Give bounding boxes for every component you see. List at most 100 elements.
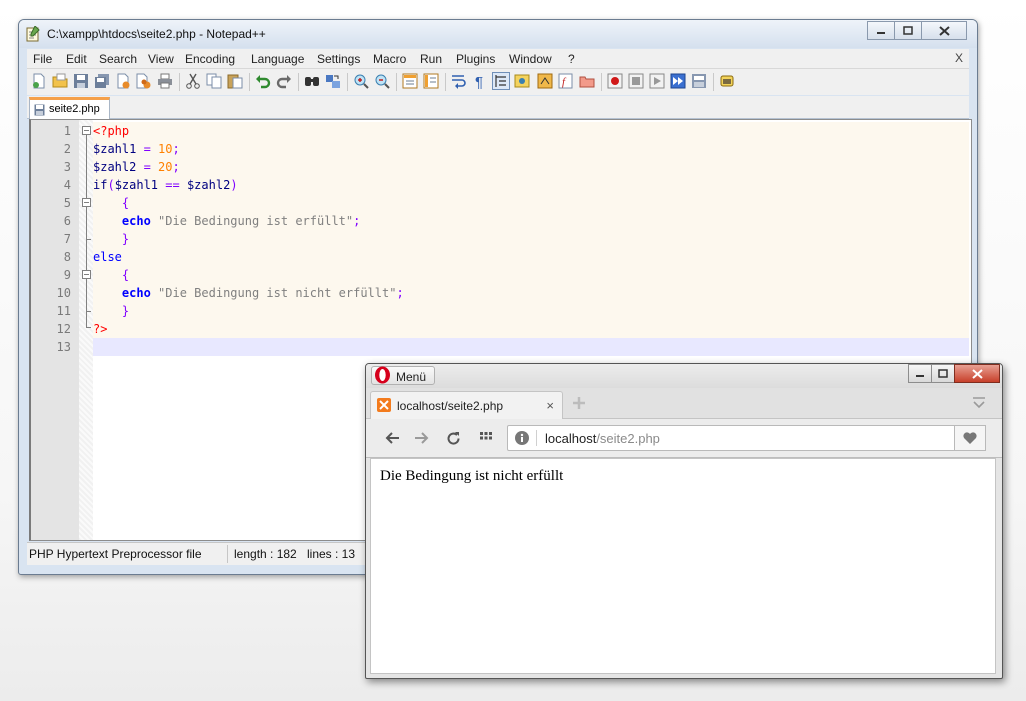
browser-maximize-button[interactable] <box>931 364 955 383</box>
reload-icon[interactable] <box>446 431 461 446</box>
tab-menu-icon[interactable] <box>972 396 986 410</box>
browser-close-button[interactable] <box>954 364 1000 383</box>
zoom-in-icon[interactable] <box>353 73 369 89</box>
print-icon[interactable] <box>157 73 173 89</box>
close-icon[interactable] <box>115 73 131 89</box>
fold-toggle[interactable] <box>82 198 91 207</box>
open-icon[interactable] <box>52 73 68 89</box>
code-line: { <box>93 194 969 212</box>
tab-localhost[interactable]: localhost/seite2.php × <box>370 391 563 419</box>
redo-icon[interactable] <box>276 73 292 89</box>
navigation-bar: localhost/seite2.php <box>366 419 1002 458</box>
variable: $zahl2 <box>186 178 231 192</box>
code-line: $zahl2 = 20; <box>93 158 969 176</box>
menu-language[interactable]: Language <box>251 52 304 66</box>
indent-guide-icon[interactable] <box>492 72 510 90</box>
bookmark-button[interactable] <box>955 425 986 451</box>
address-host: localhost <box>545 431 597 446</box>
save-all-icon[interactable] <box>94 73 110 89</box>
close-document-button[interactable]: X <box>955 51 963 65</box>
maximize-icon <box>903 26 913 35</box>
brace: { <box>121 268 130 282</box>
menu-search[interactable]: Search <box>99 52 137 66</box>
browser-window-controls <box>908 364 1000 383</box>
toolbar-separator <box>179 73 180 91</box>
code-line: } <box>93 230 969 248</box>
all-chars-icon[interactable]: ¶ <box>472 73 488 89</box>
close-all-icon[interactable] <box>136 73 152 89</box>
tab-close-icon[interactable]: × <box>546 398 554 413</box>
new-file-icon[interactable] <box>31 73 47 89</box>
back-icon[interactable] <box>384 431 400 445</box>
browser-tab-row: localhost/seite2.php × <box>366 388 1002 419</box>
speed-dial-icon[interactable] <box>479 431 493 445</box>
menu-settings[interactable]: Settings <box>317 52 360 66</box>
play-macro-icon[interactable] <box>649 73 665 89</box>
brace: } <box>121 304 130 318</box>
fold-end-marker <box>86 239 91 240</box>
maximize-button[interactable] <box>894 21 922 40</box>
copy-icon[interactable] <box>206 73 222 89</box>
run-macro-multiple-icon[interactable] <box>670 73 686 89</box>
find-icon[interactable] <box>304 73 320 89</box>
cut-icon[interactable] <box>185 73 201 89</box>
save-icon[interactable] <box>73 73 89 89</box>
title-bar[interactable]: C:\xampp\htdocs\seite2.php - Notepad++ <box>19 20 977 48</box>
minimize-icon <box>877 31 885 34</box>
minimize-button[interactable] <box>867 21 895 40</box>
status-lines: lines : 13 <box>307 547 356 561</box>
folder-workspace-icon[interactable] <box>579 73 595 89</box>
toolbar-separator <box>601 73 602 91</box>
menu-window[interactable]: Window <box>509 52 552 66</box>
opera-menu-button[interactable]: Menü <box>371 366 435 385</box>
code-line: echo "Die Bedingung ist nicht erfüllt"; <box>93 284 969 302</box>
sync-h-icon[interactable] <box>423 73 439 89</box>
maximize-icon <box>938 369 948 378</box>
menu-encoding[interactable]: Encoding <box>185 52 235 66</box>
record-macro-icon[interactable] <box>607 73 623 89</box>
menu-view[interactable]: View <box>148 52 174 66</box>
close-window-button[interactable] <box>921 21 967 40</box>
address-bar[interactable]: localhost/seite2.php <box>507 425 955 451</box>
menu-file[interactable]: File <box>33 52 52 66</box>
toolbar-separator <box>298 73 299 91</box>
paste-icon[interactable] <box>227 73 243 89</box>
fold-toggle[interactable] <box>82 270 91 279</box>
menu-edit[interactable]: Edit <box>66 52 87 66</box>
close-x-icon <box>971 368 983 379</box>
tab-label: seite2.php <box>49 103 100 115</box>
menu-macro[interactable]: Macro <box>373 52 406 66</box>
menu-plugins[interactable]: Plugins <box>456 52 495 66</box>
menu-run[interactable]: Run <box>420 52 442 66</box>
menu-help[interactable]: ? <box>568 52 575 66</box>
toolbar: ¶ f <box>27 69 969 95</box>
undo-icon[interactable] <box>255 73 271 89</box>
fold-toggle[interactable] <box>82 126 91 135</box>
plugin-icon[interactable] <box>719 73 735 89</box>
tab-seite2[interactable]: seite2.php <box>29 97 110 119</box>
wrap-icon[interactable] <box>451 73 467 89</box>
svg-text:¶: ¶ <box>475 74 483 89</box>
address-url: localhost/seite2.php <box>545 431 660 446</box>
line-number: 4 <box>63 178 71 192</box>
zoom-out-icon[interactable] <box>374 73 390 89</box>
fold-end-marker <box>86 311 91 312</box>
new-tab-icon[interactable] <box>572 396 586 410</box>
semicolon: ; <box>172 142 180 156</box>
line-number: 11 <box>56 304 71 318</box>
doc-map-icon[interactable] <box>537 73 553 89</box>
browser-title-bar[interactable]: Menü <box>366 364 1002 388</box>
forward-icon[interactable] <box>414 431 430 445</box>
save-macro-icon[interactable] <box>691 73 707 89</box>
stop-macro-icon[interactable] <box>628 73 644 89</box>
current-line <box>93 338 969 356</box>
function-list-icon[interactable]: f <box>558 73 574 89</box>
browser-minimize-button[interactable] <box>908 364 932 383</box>
sync-v-icon[interactable] <box>402 73 418 89</box>
status-length: length : 182 <box>234 547 297 561</box>
line-number: 10 <box>56 286 71 300</box>
opera-logo-icon <box>375 366 390 384</box>
user-lang-icon[interactable] <box>514 73 530 89</box>
replace-icon[interactable] <box>325 73 341 89</box>
site-info-icon[interactable] <box>515 431 529 445</box>
